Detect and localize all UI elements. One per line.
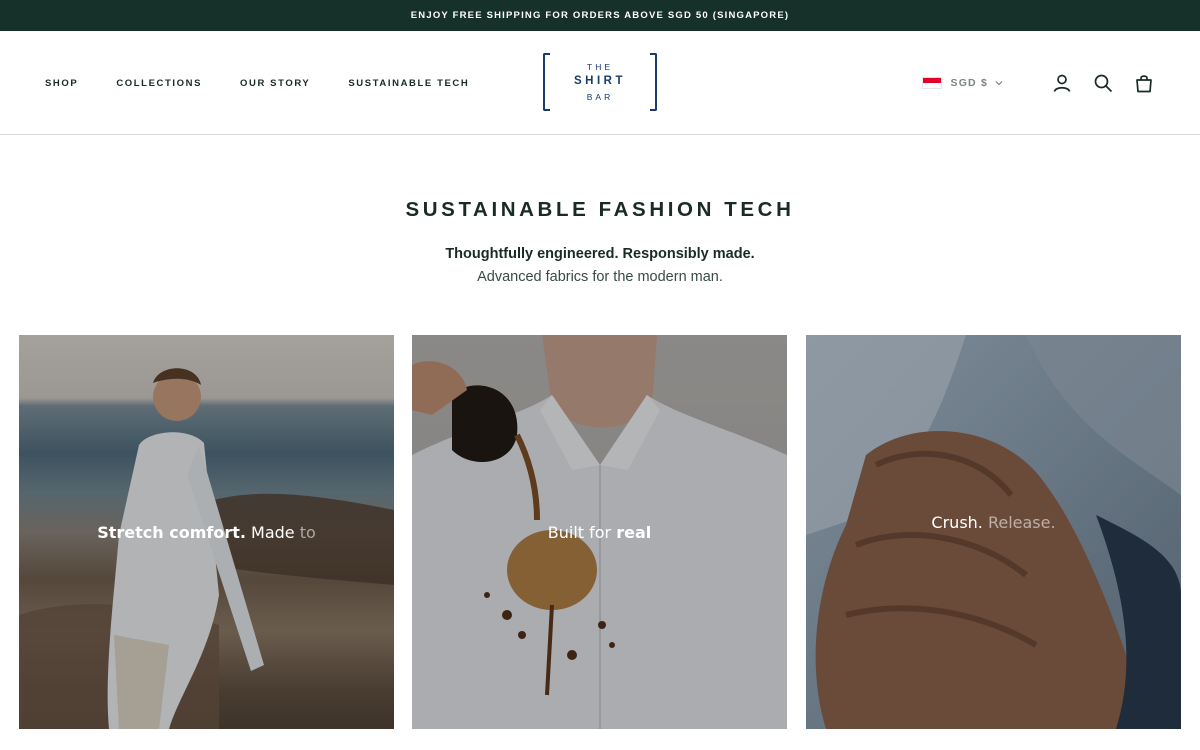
currency-selector[interactable]: SGD $ bbox=[922, 77, 1004, 89]
caption-strong: real bbox=[616, 523, 652, 542]
bag-icon[interactable] bbox=[1133, 72, 1155, 94]
logo-line-bar: BAR bbox=[586, 91, 614, 102]
card-overlay bbox=[806, 335, 1181, 729]
caption-normal: Made bbox=[245, 523, 300, 542]
card-caption: Built for real bbox=[412, 523, 787, 542]
feature-card-stretch[interactable]: Stretch comfort. Made to bbox=[19, 335, 394, 729]
main-nav: SHOP COLLECTIONS OUR STORY SUSTAINABLE T… bbox=[45, 31, 507, 135]
caption-strong: Stretch comfort. bbox=[97, 523, 246, 542]
nav-item-sustainable-tech[interactable]: SUSTAINABLE TECH bbox=[348, 78, 469, 89]
announcement-text: ENJOY FREE SHIPPING FOR ORDERS ABOVE SGD… bbox=[410, 10, 790, 21]
nav-item-our-story[interactable]: OUR STORY bbox=[240, 78, 310, 89]
nav-item-collections[interactable]: COLLECTIONS bbox=[116, 78, 202, 89]
currency-label: SGD $ bbox=[950, 77, 988, 89]
chevron-down-icon bbox=[995, 81, 1003, 86]
caption-fade: Release. bbox=[982, 513, 1056, 532]
header-tools: SGD $ bbox=[922, 31, 1155, 135]
logo-line-shirt: SHIRT bbox=[574, 75, 626, 88]
search-icon[interactable] bbox=[1092, 72, 1114, 94]
subtitle-bold: Thoughtfully engineered. Responsibly mad… bbox=[445, 246, 755, 262]
page-title: SUSTAINABLE FASHION TECH bbox=[405, 198, 795, 221]
singapore-flag-icon bbox=[922, 77, 943, 89]
announcement-bar: ENJOY FREE SHIPPING FOR ORDERS ABOVE SGD… bbox=[0, 0, 1200, 31]
feature-card-stain[interactable]: Built for real bbox=[412, 335, 787, 729]
logo-text: THE SHIRT BAR bbox=[574, 63, 626, 102]
site-header: SHOP COLLECTIONS OUR STORY SUSTAINABLE T… bbox=[0, 31, 1200, 135]
logo-line-the: THE bbox=[587, 61, 613, 72]
user-icon[interactable] bbox=[1051, 72, 1073, 94]
subtitle: Advanced fabrics for the modern man. bbox=[477, 269, 723, 285]
logo-bracket-right bbox=[650, 53, 657, 111]
brand-logo[interactable]: THE SHIRT BAR bbox=[543, 53, 657, 111]
logo-bracket-left bbox=[543, 53, 550, 111]
nav-item-shop[interactable]: SHOP bbox=[45, 78, 78, 89]
caption-fade: to bbox=[299, 523, 316, 542]
card-caption: Crush. Release. bbox=[806, 513, 1181, 532]
caption-normal: Built for bbox=[547, 523, 617, 542]
feature-card-crush[interactable]: Crush. Release. bbox=[806, 335, 1181, 729]
card-caption: Stretch comfort. Made to bbox=[19, 523, 394, 542]
caption-normal: Crush. bbox=[931, 513, 983, 532]
